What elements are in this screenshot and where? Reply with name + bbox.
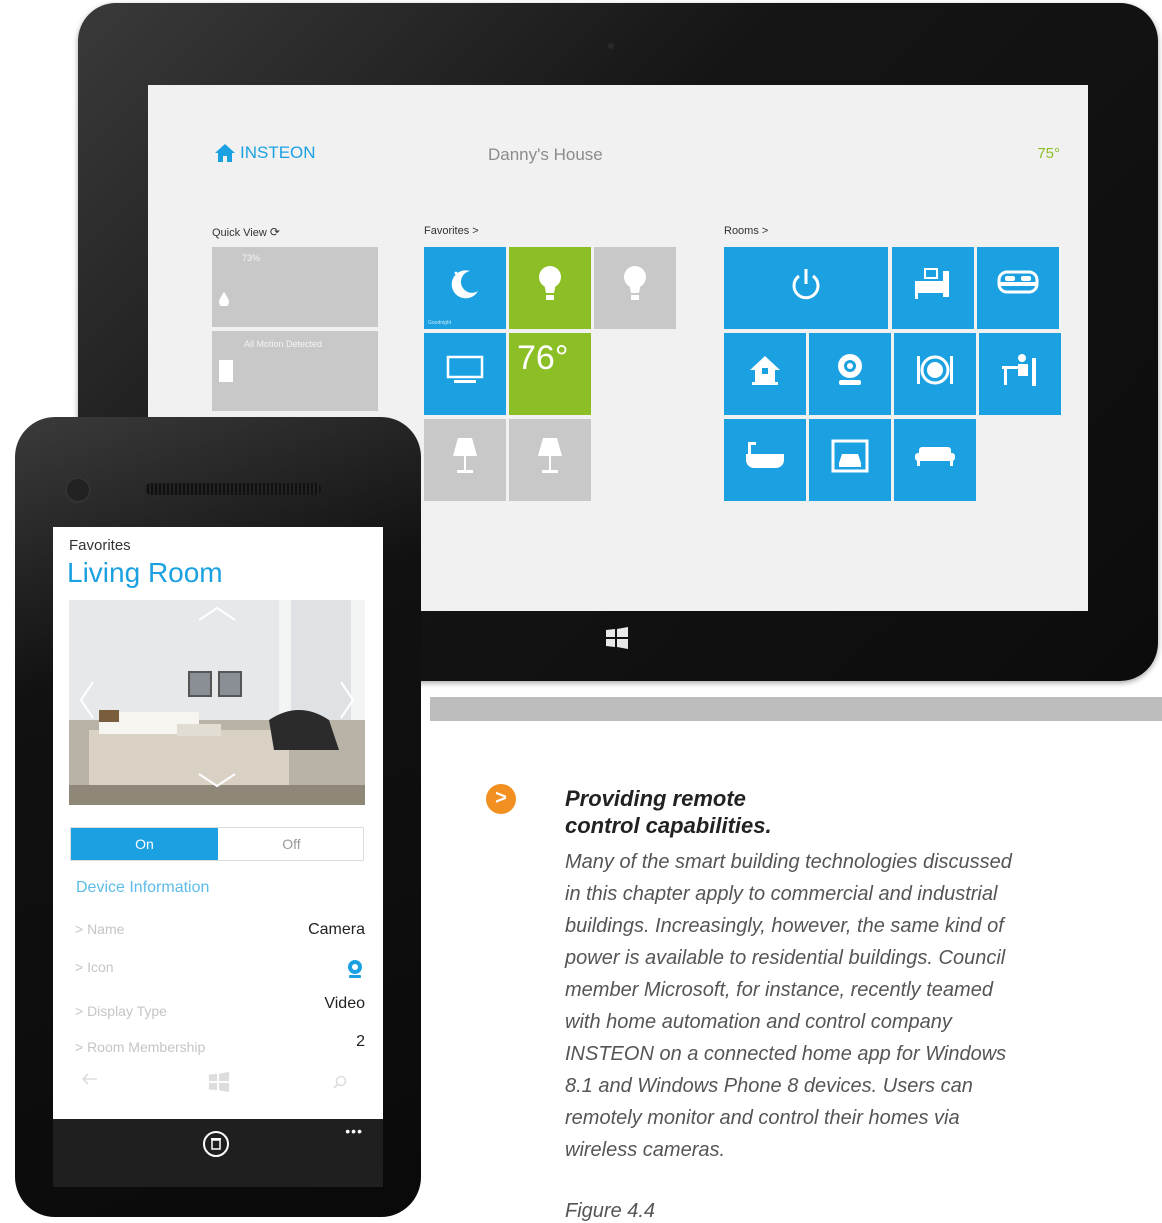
- sofa-icon: [915, 446, 955, 466]
- toggle-on[interactable]: On: [71, 828, 218, 860]
- thermostat-temperature: 76°: [517, 339, 569, 377]
- favorites-link[interactable]: Favorites >: [424, 225, 479, 237]
- breadcrumb[interactable]: Favorites: [69, 537, 131, 554]
- room-tile-garage[interactable]: [809, 419, 891, 501]
- phone-camera: [65, 477, 91, 503]
- fav-tile-light-off[interactable]: [594, 247, 676, 329]
- windows-key-icon[interactable]: [605, 626, 629, 650]
- room-tile-bathroom[interactable]: [724, 419, 806, 501]
- room-tile-kitchen[interactable]: [894, 333, 976, 415]
- room-tile-office[interactable]: [979, 333, 1061, 415]
- tablet-camera: [608, 43, 614, 49]
- room-tile-camera[interactable]: [809, 333, 891, 415]
- power-toggle[interactable]: On Off: [70, 827, 364, 861]
- row-name[interactable]: > Name Camera: [75, 921, 365, 945]
- phone-screen: Favorites Living Room On Off Device Info…: [53, 527, 383, 1119]
- search-icon[interactable]: [333, 1075, 347, 1089]
- lamp-icon: [453, 437, 477, 473]
- phone-device: Favorites Living Room On Off Device Info…: [0, 405, 430, 1221]
- fav-tile-light-on[interactable]: [509, 247, 591, 329]
- bedroom-icon: [915, 267, 949, 299]
- room-tile-kids-bedroom[interactable]: [892, 247, 974, 329]
- quick-view-humidity[interactable]: 73%: [212, 247, 378, 327]
- quick-view-label[interactable]: Quick View ⟳: [212, 225, 280, 239]
- moon-icon: [451, 270, 478, 299]
- room-tile-master-bedroom[interactable]: [977, 247, 1059, 329]
- fav-tile-tv[interactable]: [424, 333, 506, 415]
- quick-view-motion[interactable]: All Motion Detected: [212, 331, 378, 411]
- bed-icon: [997, 270, 1039, 294]
- row-room-membership[interactable]: > Room Membership 2: [75, 1033, 365, 1057]
- chevron-right-icon[interactable]: [339, 680, 355, 720]
- insteon-logo[interactable]: INSTEON: [214, 143, 316, 163]
- windows-start-icon[interactable]: [208, 1071, 230, 1093]
- fav-tile-lamp-2[interactable]: [509, 419, 591, 501]
- chevron-up-icon[interactable]: [197, 606, 237, 622]
- office-icon: [1002, 353, 1036, 386]
- back-arrow-icon[interactable]: [82, 1073, 98, 1085]
- device-information-heading: Device Information: [76, 879, 210, 896]
- lightbulb-icon: [539, 265, 561, 300]
- row-display-type[interactable]: > Display Type Video: [75, 995, 365, 1019]
- droplet-icon: [219, 292, 229, 306]
- bullet-icon: >: [486, 784, 516, 814]
- page-title: Living Room: [67, 557, 223, 588]
- more-options-icon[interactable]: •••: [345, 1123, 363, 1139]
- figure-caption: Figure 4.4: [565, 1200, 656, 1222]
- outdoor-temperature: 75°: [1037, 145, 1060, 162]
- trash-icon: [211, 1138, 221, 1150]
- row-icon[interactable]: > Icon: [75, 959, 365, 983]
- house-icon: [750, 355, 780, 385]
- refresh-icon[interactable]: ⟳: [270, 225, 280, 239]
- lamp-icon: [538, 437, 562, 473]
- section-heading: Providing remote control capabilities.: [565, 786, 772, 838]
- rooms-link[interactable]: Rooms >: [724, 225, 768, 237]
- fav-tile-goodnight[interactable]: Goodnight: [424, 247, 506, 329]
- fav-tile-lamp-1[interactable]: [424, 419, 506, 501]
- lightbulb-icon: [624, 265, 646, 300]
- toggle-off[interactable]: Off: [218, 828, 365, 860]
- brand-name: INSTEON: [240, 143, 316, 162]
- sensor-icon: [219, 360, 233, 382]
- chevron-left-icon[interactable]: [79, 680, 95, 720]
- power-icon: [792, 268, 820, 300]
- garage-icon: [831, 439, 869, 473]
- bathtub-icon: [746, 441, 784, 468]
- divider-bar: [430, 697, 1162, 721]
- app-bar: •••: [53, 1119, 383, 1187]
- room-tile-living-room[interactable]: [894, 419, 976, 501]
- tv-icon: [446, 355, 484, 383]
- house-title: Danny's House: [488, 145, 603, 164]
- fav-tile-thermostat[interactable]: 76°: [509, 333, 591, 415]
- camera-icon: [348, 960, 362, 978]
- home-icon: [215, 144, 235, 162]
- camera-icon: [838, 353, 862, 385]
- dining-icon: [917, 355, 953, 385]
- room-tile-house[interactable]: [724, 333, 806, 415]
- delete-icon[interactable]: [203, 1131, 229, 1157]
- chevron-down-icon[interactable]: [197, 772, 237, 788]
- room-tile-all-devices[interactable]: [724, 247, 888, 329]
- phone-speaker: [145, 483, 321, 495]
- article-body: Many of the smart building technologies …: [565, 851, 1012, 1161]
- camera-feed-image: [69, 600, 365, 805]
